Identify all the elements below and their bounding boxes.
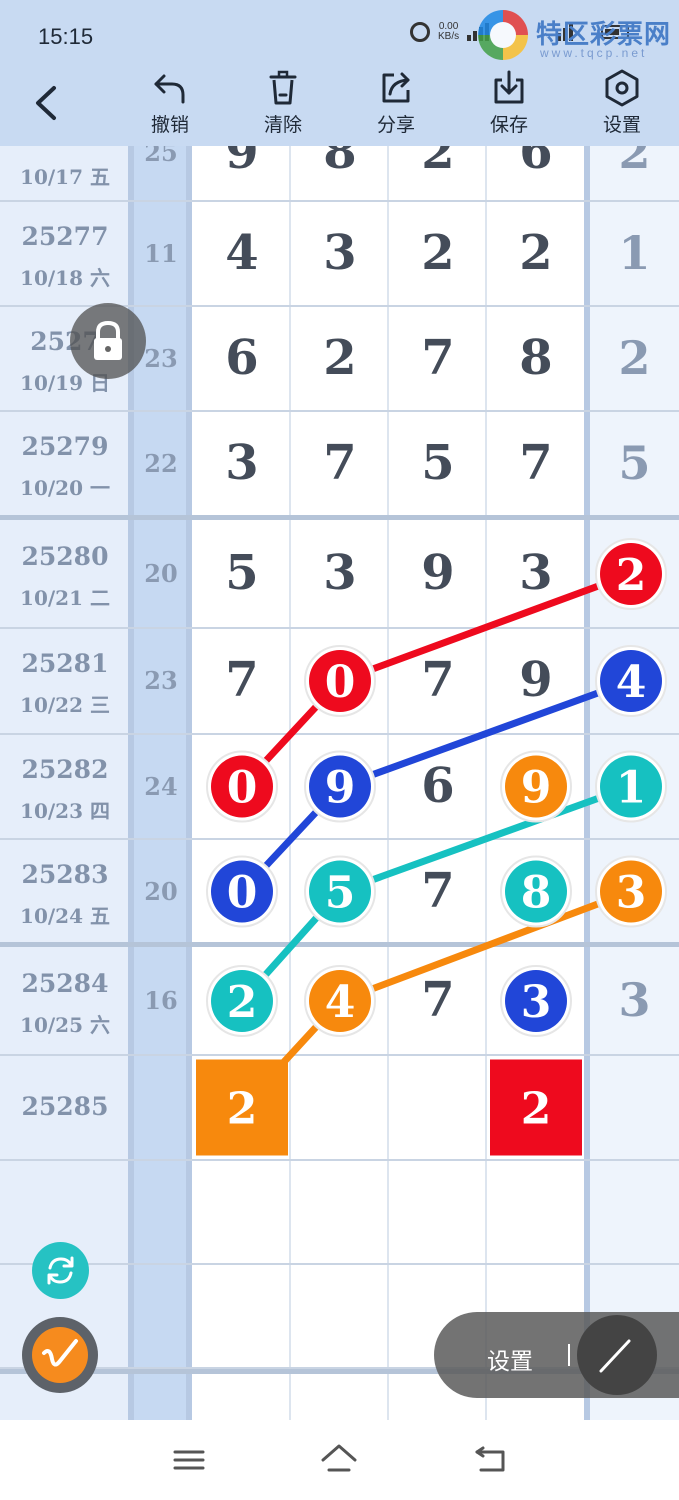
draw-line-button[interactable] — [577, 1315, 657, 1395]
alarm-icon — [410, 22, 430, 42]
return-icon — [475, 1446, 505, 1472]
ball-number: 9 — [521, 763, 552, 814]
undo-icon — [154, 74, 185, 104]
status-time: 15:15 — [38, 24, 94, 49]
refresh-icon — [47, 1256, 74, 1285]
top-toolbar: 15:15 0.00 KB/s 特区彩票网 www.tqcp.net 撤销 清除… — [0, 0, 679, 146]
menu-nav-button[interactable] — [169, 1440, 209, 1480]
undo-label: 撤销 — [150, 115, 189, 136]
watermark-url: www.tqcp.net — [540, 46, 648, 60]
ball-number: 0 — [227, 868, 258, 919]
watermark-logo-icon — [478, 10, 528, 60]
back-arrow-icon — [36, 86, 56, 120]
square-number: 2 — [521, 1084, 552, 1135]
settings-button[interactable]: 设置 — [587, 68, 657, 138]
net-speed: 0.00 KB/s — [438, 21, 460, 42]
share-button[interactable]: 分享 — [361, 68, 431, 138]
ball-number: 1 — [616, 763, 647, 814]
ball-number: 3 — [616, 868, 647, 919]
lock-icon — [94, 320, 122, 360]
settings-label: 设置 — [602, 115, 641, 136]
lock-button[interactable] — [70, 303, 146, 379]
save-button[interactable]: 保存 — [474, 68, 544, 138]
clear-button[interactable]: 清除 — [248, 68, 318, 138]
save-label: 保存 — [489, 115, 528, 136]
square-number: 2 — [227, 1084, 258, 1135]
settings-hexagon-icon — [605, 69, 639, 107]
menu-icon — [173, 1450, 205, 1470]
pen-tool-button[interactable] — [22, 1317, 98, 1393]
back-button[interactable] — [28, 80, 68, 126]
undo-button[interactable]: 撤销 — [135, 68, 205, 138]
ball-number: 3 — [521, 977, 552, 1028]
trend-line-teal — [239, 783, 633, 1004]
ball-number: 8 — [521, 868, 552, 919]
download-icon — [494, 70, 524, 104]
system-nav-bar — [0, 1420, 679, 1500]
ball-number: 0 — [325, 657, 356, 708]
line-tool-icon — [599, 1339, 631, 1373]
ball-number: 5 — [325, 868, 356, 919]
ball-number: 4 — [616, 657, 647, 708]
home-nav-button[interactable] — [319, 1440, 359, 1480]
ball-number: 0 — [227, 763, 258, 814]
pen-stroke-icon — [42, 1339, 78, 1367]
float-settings-button[interactable]: 设置 — [487, 1342, 533, 1376]
share-icon — [382, 72, 410, 103]
float-separator — [568, 1344, 570, 1366]
refresh-button[interactable] — [32, 1242, 89, 1299]
ball-number: 4 — [325, 977, 356, 1028]
clear-label: 清除 — [263, 115, 302, 136]
share-label: 分享 — [376, 115, 415, 136]
ball-number: 2 — [227, 977, 258, 1028]
pen-tool-inner — [32, 1327, 88, 1383]
home-icon — [321, 1444, 357, 1472]
ball-number: 2 — [616, 550, 647, 601]
trash-icon — [269, 70, 297, 105]
back-nav-button[interactable] — [471, 1440, 511, 1480]
floating-tool-bar: 设置 — [434, 1312, 679, 1398]
ball-number: 9 — [325, 763, 356, 814]
